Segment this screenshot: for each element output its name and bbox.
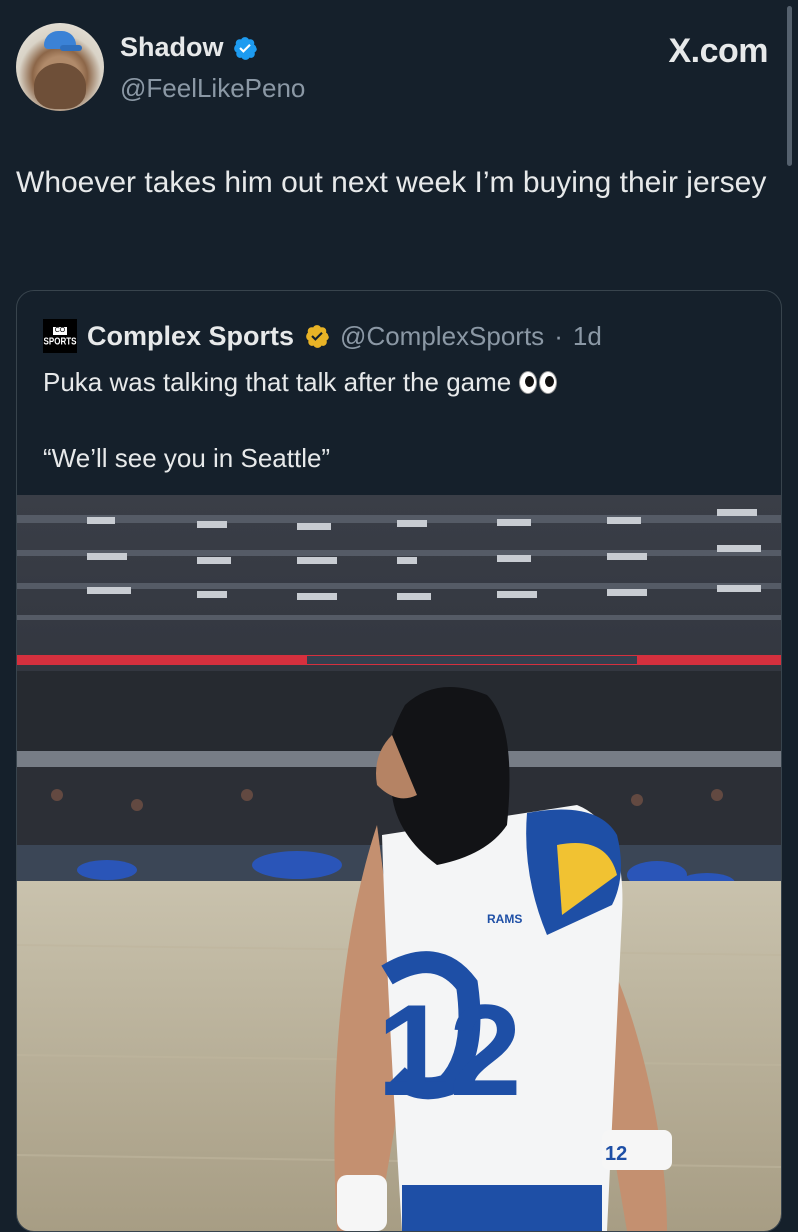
avatar[interactable] [16, 23, 104, 111]
avatar-dog-body [34, 63, 86, 109]
quoted-tweet-text-line1: Puka was talking that talk after the gam… [43, 367, 558, 398]
jersey-number-text: 12 [377, 977, 522, 1123]
stadium-photo: RAMS 12 12 [17, 495, 781, 1231]
quoted-tweet-text-line2: “We’ll see you in Seattle” [43, 443, 331, 473]
quoted-timestamp[interactable]: 1d [573, 321, 602, 352]
scrollbar[interactable] [787, 6, 792, 166]
logo-mini-text: CO [52, 326, 68, 335]
quoted-handle[interactable]: @ComplexSports [340, 321, 544, 352]
avatar-cap-brim [60, 45, 82, 51]
author-handle[interactable]: @FeelLikePeno [120, 73, 305, 104]
tweet-text: Whoever takes him out next week I’m buyi… [16, 166, 767, 199]
quoted-display-name[interactable]: Complex Sports [87, 321, 294, 352]
x-logo: X.com [668, 32, 768, 70]
logo-sports-text: SPORTS [43, 335, 77, 347]
author-name-row: Shadow [120, 32, 258, 63]
wristband-number-text: 12 [605, 1143, 627, 1165]
eyes-emoji-icon [519, 371, 558, 394]
gold-verified-badge-icon [306, 325, 329, 348]
tweet-header: Shadow @FeelLikePeno X.com [16, 20, 768, 112]
separator-dot: · [554, 320, 563, 351]
jersey-brand-text: RAMS [487, 912, 522, 926]
quoted-text: Puka was talking that talk after the gam… [43, 367, 512, 397]
complex-sports-logo-icon: CO SPORTS [43, 319, 77, 353]
quoted-tweet-header: CO SPORTS Complex Sports @ComplexSports ·… [43, 319, 602, 353]
author-display-name[interactable]: Shadow [120, 32, 224, 63]
quoted-tweet-card[interactable]: CO SPORTS Complex Sports @ComplexSports ·… [16, 290, 782, 1232]
quoted-video-thumbnail[interactable]: RAMS 12 12 [17, 495, 781, 1231]
verified-badge-icon [233, 36, 257, 60]
